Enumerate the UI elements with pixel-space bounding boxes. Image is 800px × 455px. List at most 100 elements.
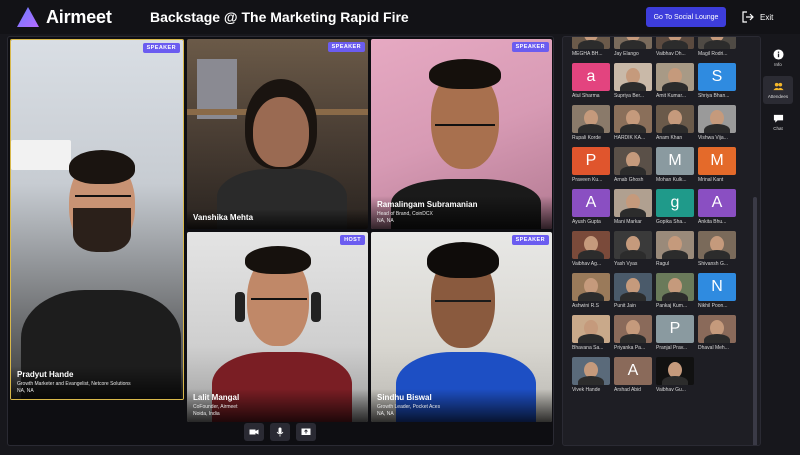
attendee-photo <box>578 334 604 343</box>
attendee-initial: a <box>586 68 596 85</box>
role-badge: HOST <box>340 235 365 245</box>
host-tile[interactable]: HOST Lalit Mangal CoFounder, Airmeet Noi… <box>187 232 368 422</box>
mic-button[interactable] <box>270 423 290 441</box>
attendee-photo <box>620 82 646 91</box>
speaker-tile[interactable]: SPEAKER Sindhu Biswal Growth Leader, Poc… <box>371 232 552 422</box>
camera-icon <box>249 429 259 435</box>
name-caption: Ramalingam Subramanian Head of Brand, Co… <box>371 196 552 229</box>
attendee-name: Mrinal Kant <box>698 177 724 183</box>
attendee-name: Vaibhav Ag... <box>572 261 602 267</box>
attendees-label: Attendees <box>767 94 789 99</box>
attendee-card[interactable]: Dhaval Meh... <box>698 315 738 353</box>
attendee-photo <box>620 166 646 175</box>
attendee-card[interactable]: a Atul Sharma <box>572 63 612 101</box>
attendee-card[interactable]: Vishwa Vija... <box>698 105 738 143</box>
attendee-avatar <box>656 105 694 133</box>
attendee-photo <box>620 124 646 133</box>
attendee-avatar <box>614 273 652 301</box>
screen-share-icon <box>301 428 311 435</box>
attendees-tab[interactable]: Attendees <box>763 76 793 104</box>
info-label: Info <box>774 62 782 67</box>
attendee-card[interactable]: Ashwini R.S <box>572 273 612 311</box>
attendee-card[interactable]: Pankaj Kum... <box>656 273 696 311</box>
attendee-card[interactable]: Vaibhav Gu... <box>656 357 696 395</box>
exit-icon <box>742 11 754 23</box>
attendee-card[interactable]: Vaibhav Ag... <box>572 231 612 269</box>
camera-button[interactable] <box>244 423 264 441</box>
attendee-photo <box>662 40 688 49</box>
go-to-social-lounge-button[interactable]: Go To Social Lounge <box>646 7 726 27</box>
attendee-card[interactable]: M Mohan Kulk... <box>656 147 696 185</box>
attendee-card[interactable]: Yash Vyas <box>614 231 654 269</box>
attendee-card[interactable]: S Shriya Bhan... <box>698 63 738 101</box>
speaker-tile[interactable]: SPEAKER Ramalingam Subramanian Head of B… <box>371 39 552 229</box>
participant-name: Pradyut Hande <box>17 370 74 379</box>
attendee-card[interactable]: Bhavana Sa... <box>572 315 612 353</box>
attendee-name: Anam Khan <box>656 135 683 141</box>
info-tab[interactable]: Info <box>763 44 793 72</box>
attendee-name: Mani Markar <box>614 219 642 225</box>
attendee-card[interactable]: M Mrinal Kant <box>698 147 738 185</box>
attendee-photo <box>620 40 646 49</box>
attendee-card[interactable]: A Arshad Abid <box>614 357 654 395</box>
attendee-name: Vivek Hande <box>572 387 601 393</box>
speaker-tile[interactable]: SPEAKER Vanshika Mehta <box>187 39 368 229</box>
chat-label: Chat <box>773 126 783 131</box>
attendee-card[interactable]: Ragul <box>656 231 696 269</box>
attendee-name: MEGHA BH... <box>572 51 603 57</box>
attendee-card[interactable]: P Praveen Ku... <box>572 147 612 185</box>
attendee-photo <box>704 124 730 133</box>
attendee-card[interactable]: A Ankita Bhu... <box>698 189 738 227</box>
attendee-photo <box>620 292 646 301</box>
attendee-card[interactable]: Priyanka Pa... <box>614 315 654 353</box>
attendee-initial: P <box>669 320 681 337</box>
event-title: Backstage @ The Marketing Rapid Fire <box>150 9 409 25</box>
attendee-name: Pankaj Kum... <box>656 303 688 309</box>
attendee-card[interactable]: g Gopika Sha... <box>656 189 696 227</box>
attendee-name: Ayush Gupta <box>572 219 601 225</box>
attendee-avatar <box>698 37 736 49</box>
attendee-card[interactable]: HARDIK KA... <box>614 105 654 143</box>
attendee-card[interactable]: Jay Elango <box>614 37 654 59</box>
attendee-card[interactable]: Supriya Ber... <box>614 63 654 101</box>
exit-button[interactable]: Exit <box>742 9 773 25</box>
speaker-tile[interactable]: SPEAKER Pradyut Hande Growth Marketer an… <box>10 39 184 400</box>
attendee-card[interactable]: Vivek Hande <box>572 357 612 395</box>
attendee-photo <box>578 376 604 385</box>
name-caption: Sindhu Biswal Growth Leader, Pocket Aces… <box>371 389 552 422</box>
attendee-card[interactable]: Mani Markar <box>614 189 654 227</box>
brand-name: Airmeet <box>46 7 112 27</box>
attendee-card[interactable]: Arnab Ghosh <box>614 147 654 185</box>
role-badge: SPEAKER <box>511 235 549 245</box>
attendee-card[interactable]: Rupali Korde <box>572 105 612 143</box>
attendee-name: Dhaval Meh... <box>698 345 729 351</box>
attendee-avatar <box>614 231 652 259</box>
attendee-avatar: M <box>698 147 736 175</box>
attendee-panel[interactable]: MEGHA BH... Jay Elango Vaibhav Dh... Magil … <box>562 36 761 446</box>
scrollbar[interactable] <box>753 197 757 445</box>
attendee-card[interactable]: P Pranjal Prav... <box>656 315 696 353</box>
attendee-name: Vishwa Vija... <box>698 135 728 141</box>
attendee-card[interactable]: Anam Khan <box>656 105 696 143</box>
screen-share-button[interactable] <box>296 423 316 441</box>
attendee-card[interactable]: Amit Kumar... <box>656 63 696 101</box>
attendee-avatar: A <box>614 357 652 385</box>
attendee-card[interactable]: Shivansh G... <box>698 231 738 269</box>
attendee-photo <box>662 82 688 91</box>
participant-name: Lalit Mangal <box>193 393 240 402</box>
attendee-card[interactable]: A Ayush Gupta <box>572 189 612 227</box>
attendee-avatar <box>656 63 694 91</box>
attendee-name: Arnab Ghosh <box>614 177 644 183</box>
attendee-card[interactable]: Magil Rodri... <box>698 37 738 59</box>
chat-tab[interactable]: Chat <box>763 108 793 136</box>
attendee-card[interactable]: MEGHA BH... <box>572 37 612 59</box>
exit-label: Exit <box>760 12 774 22</box>
attendee-avatar: N <box>698 273 736 301</box>
attendee-name: Supriya Ber... <box>614 93 645 99</box>
attendee-card[interactable]: Vaibhav Dh... <box>656 37 696 59</box>
attendee-card[interactable]: N Nikhil Poon... <box>698 273 738 311</box>
attendee-card[interactable]: Punit Jain <box>614 273 654 311</box>
participant-role: Growth Leader, Pocket Aces <box>377 404 441 410</box>
attendee-avatar <box>572 231 610 259</box>
attendee-avatar <box>656 273 694 301</box>
